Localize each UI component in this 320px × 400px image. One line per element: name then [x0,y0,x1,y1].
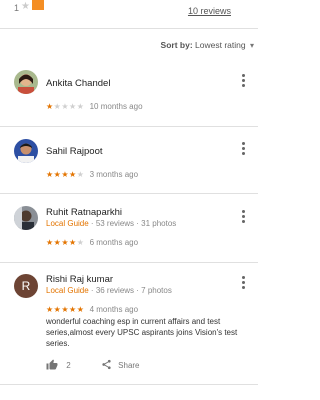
star-rating: ★★★★★ [46,102,85,111]
sort-dropdown[interactable]: Sort by: Lowest rating ▾ [161,40,254,50]
review-rating-line: ★★★★★ 10 months ago [46,102,143,111]
reviewer-name[interactable]: Rishi Raj kumar [46,274,113,285]
more-vert-icon[interactable] [240,74,246,89]
divider [0,193,258,194]
review-time: 4 months ago [89,305,139,314]
local-guide-badge[interactable]: Local Guide [46,219,89,228]
sort-value: Lowest rating [195,40,246,50]
review-text: wonderful coaching esp in current affair… [46,317,238,348]
reviewer-stats: · 53 reviews · 31 photos [88,219,177,228]
chevron-down-icon: ▾ [249,41,254,50]
avatar[interactable] [14,139,38,163]
divider [0,126,258,127]
more-vert-icon[interactable] [240,276,246,291]
reviewer-meta: Local Guide · 36 reviews · 7 photos [46,286,172,295]
sort-label: Sort by: [160,40,193,50]
avatar[interactable]: R [14,274,38,298]
review-rating-line: ★★★★★ 6 months ago [46,238,138,247]
local-guide-badge[interactable]: Local Guide [46,286,89,295]
divider [0,384,258,385]
reviews-count-link[interactable]: 10 reviews [188,6,231,16]
star-rating: ★★★★★ [46,238,85,247]
review-time: 6 months ago [89,238,139,247]
reviewer-name[interactable]: Ankita Chandel [46,78,110,89]
more-vert-icon[interactable] [240,142,246,157]
review-time: 10 months ago [89,102,143,111]
reviewer-meta: Local Guide · 53 reviews · 31 photos [46,219,176,228]
review-rating-line: ★★★★★ 3 months ago [46,170,138,179]
more-vert-icon[interactable] [240,210,246,225]
rating-histogram: 1 ★ 10 reviews [0,0,274,24]
review-time: 3 months ago [89,170,139,179]
star-rating: ★★★★★ [46,170,85,179]
thumbs-up-icon[interactable] [46,359,58,372]
avatar[interactable] [14,206,38,230]
share-button[interactable]: Share [118,361,139,370]
reviewer-stats: · 36 reviews · 7 photos [88,286,172,295]
histogram-bar [32,0,44,10]
histogram-star-icon: ★ [21,1,30,12]
avatar[interactable] [14,70,38,94]
reviewer-name[interactable]: Sahil Rajpoot [46,146,103,157]
histogram-row-label: 1 [14,3,20,13]
star-rating: ★★★★★ [46,305,85,314]
divider [0,262,258,263]
review-rating-line: ★★★★★ 4 months ago [46,305,138,314]
reviewer-name[interactable]: Ruhit Ratnaparkhi [46,207,122,218]
share-icon[interactable] [101,359,112,372]
like-count: 2 [66,361,71,370]
divider [0,28,258,29]
review-actions: 2 Share [46,359,140,372]
